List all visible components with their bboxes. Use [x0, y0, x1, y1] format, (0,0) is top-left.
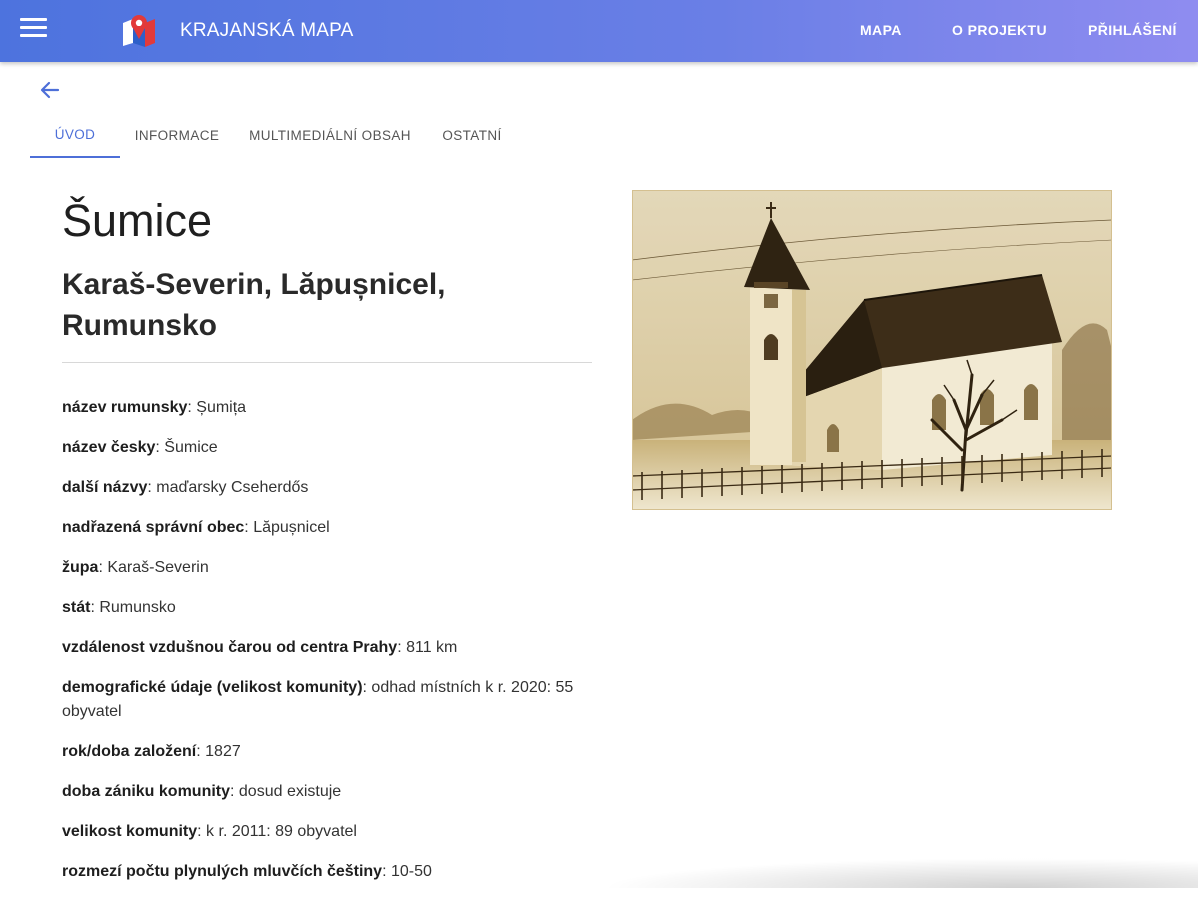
fact-item: velikost komunity: k r. 2011: 89 obyvate…: [62, 820, 597, 844]
fact-item: župa: Karaš-Severin: [62, 556, 597, 580]
fact-label: další názvy: [62, 479, 148, 496]
tab-ostatni[interactable]: OSTATNÍ: [426, 112, 518, 158]
arrow-back-icon[interactable]: [38, 80, 62, 100]
fact-item: stát: Rumunsko: [62, 596, 597, 620]
fact-item: doba zániku komunity: dosud existuje: [62, 780, 597, 804]
fact-value: : maďarsky Cseherdős: [147, 479, 309, 496]
fact-value: : Karaš-Severin: [98, 559, 209, 576]
fact-label: župa: [62, 559, 99, 576]
menu-icon[interactable]: [20, 18, 48, 44]
app-bar: KRAJANSKÁ MAPA MAPA O PROJEKTU PŘIHLÁŠEN…: [0, 0, 1198, 62]
page-title: Šumice: [62, 195, 213, 246]
fact-value: : dosud existuje: [230, 783, 342, 800]
divider: [62, 362, 592, 363]
church-photo[interactable]: [632, 190, 1112, 510]
fact-item: název rumunsky: Șumița: [62, 396, 597, 420]
fact-item: rozmezí počtu plynulých mluvčích češtiny…: [62, 860, 597, 884]
fact-item: další názvy: maďarsky Cseherdős: [62, 476, 597, 500]
fact-label: doba zániku komunity: [62, 783, 231, 800]
tab-bar: ÚVOD INFORMACE MULTIMEDIÁLNÍ OBSAH OSTAT…: [30, 112, 518, 158]
tab-multimedialni-obsah[interactable]: MULTIMEDIÁLNÍ OBSAH: [234, 112, 426, 158]
app-title[interactable]: KRAJANSKÁ MAPA: [180, 20, 354, 42]
page-subtitle: Karaš-Severin, Lăpușnicel, Rumunsko: [62, 268, 446, 342]
fact-label: rok/doba založení: [62, 743, 197, 760]
nav-o-projektu[interactable]: O PROJEKTU: [952, 22, 1047, 38]
nav-mapa[interactable]: MAPA: [860, 22, 902, 38]
fact-value: : Șumița: [187, 399, 247, 416]
fact-value: : Rumunsko: [90, 599, 176, 616]
fact-label: nadřazená správní obec: [62, 519, 245, 536]
fact-label: název česky: [62, 439, 156, 456]
fact-item: vzdálenost vzdušnou čarou od centra Prah…: [62, 636, 597, 660]
facts-list: název rumunsky: Șumița název česky: Šumi…: [62, 396, 597, 900]
fact-label: rozmezí počtu plynulých mluvčích češtiny: [62, 863, 383, 880]
fact-value: : 1827: [196, 743, 241, 760]
fact-item: název česky: Šumice: [62, 436, 597, 460]
fact-item: rok/doba založení: 1827: [62, 740, 597, 764]
tab-uvod[interactable]: ÚVOD: [30, 112, 120, 158]
fact-value: : k r. 2011: 89 obyvatel: [197, 823, 357, 840]
fact-label: stát: [62, 599, 91, 616]
fact-label: demografické údaje (velikost komunity): [62, 679, 363, 696]
tab-informace[interactable]: INFORMACE: [120, 112, 234, 158]
fact-item: demografické údaje (velikost komunity): …: [62, 676, 597, 724]
nav-prihlaseni[interactable]: PŘIHLÁŠENÍ: [1088, 22, 1177, 38]
fact-label: vzdálenost vzdušnou čarou od centra Prah…: [62, 639, 398, 656]
fact-value: : Šumice: [155, 439, 218, 456]
fact-value: : 10-50: [382, 863, 432, 880]
krajanska-mapa-logo[interactable]: [121, 13, 157, 47]
fact-value: : Lăpușnicel: [244, 519, 330, 536]
fact-label: název rumunsky: [62, 399, 188, 416]
fact-item: nadřazená správní obec: Lăpușnicel: [62, 516, 597, 540]
fact-label: velikost komunity: [62, 823, 198, 840]
fact-value: : 811 km: [397, 639, 458, 656]
